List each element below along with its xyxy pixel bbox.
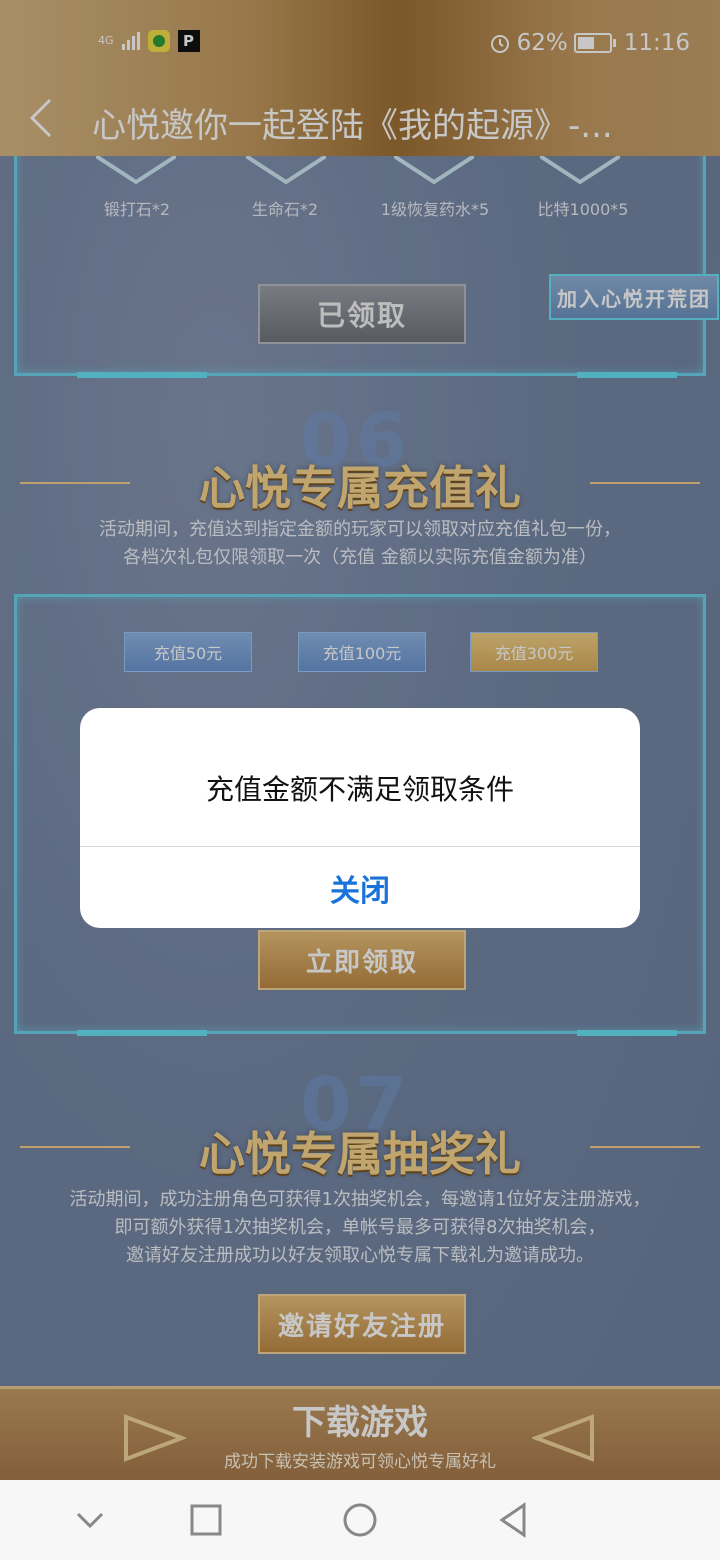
recents-icon[interactable] [186, 1500, 226, 1540]
dialog-close-button[interactable]: 关闭 [80, 847, 640, 928]
home-icon[interactable] [340, 1500, 380, 1540]
chevron-down-icon[interactable] [70, 1500, 110, 1540]
alert-dialog: 充值金额不满足领取条件 关闭 [80, 708, 640, 928]
back-icon[interactable] [494, 1500, 534, 1540]
dialog-message: 充值金额不满足领取条件 [205, 773, 514, 806]
navigation-bar [0, 1480, 720, 1560]
